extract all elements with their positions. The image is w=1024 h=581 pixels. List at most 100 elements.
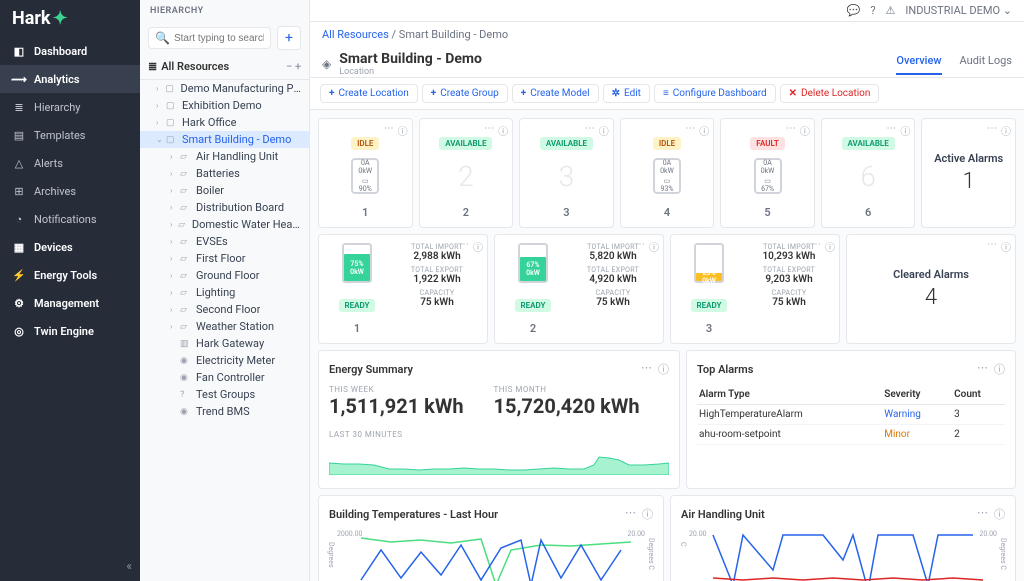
sidebar-item-templates[interactable]: ▤Templates [0, 121, 140, 149]
add-resource-button[interactable]: + [277, 26, 301, 50]
chevron-icon[interactable]: › [170, 203, 180, 212]
panel-info-icon[interactable]: ⓘ [994, 506, 1005, 522]
battery-card[interactable]: ⋯ⓘ 23%0kW READY 3 TOTAL IMPORT10,293 kWh… [670, 234, 840, 344]
panel-menu-icon[interactable]: ⋯ [977, 506, 988, 522]
chevron-icon[interactable]: › [156, 101, 166, 110]
chevron-icon[interactable]: › [170, 305, 180, 314]
card-menu-icon[interactable]: ⋯ [886, 123, 896, 138]
tree-item[interactable]: ?Test Groups [140, 386, 309, 403]
card-menu-icon[interactable]: ⋯ [635, 239, 645, 254]
action-create-model[interactable]: +Create Model [512, 84, 599, 103]
card-menu-icon[interactable]: ⋯ [811, 239, 821, 254]
card-info-icon[interactable]: ⓘ [900, 123, 910, 138]
chevron-icon[interactable]: › [170, 220, 178, 229]
card-info-icon[interactable]: ⓘ [398, 123, 408, 138]
tree-item[interactable]: ›▢Demo Manufacturing Plant [140, 80, 309, 97]
card-info-icon[interactable]: ⓘ [800, 123, 810, 138]
status-card[interactable]: ⋯ⓘAVAILABLE66 [821, 118, 916, 228]
tree-item[interactable]: ›▱Boiler [140, 182, 309, 199]
alarm-row[interactable]: HighTemperatureAlarmWarning3 [697, 405, 1005, 425]
breadcrumb-root[interactable]: All Resources [322, 28, 389, 41]
card-menu-icon[interactable]: ⋯ [987, 123, 997, 138]
all-resources-label[interactable]: All Resources [161, 60, 229, 73]
panel-info-icon[interactable]: ⓘ [642, 506, 653, 522]
search-input[interactable] [174, 33, 264, 44]
status-card[interactable]: ⋯ⓘIDLE0A0kW▭90%1 [318, 118, 413, 228]
chevron-icon[interactable]: › [170, 271, 180, 280]
chevron-icon[interactable]: ⌄ [156, 135, 166, 144]
expand-all-button[interactable]: + [295, 60, 301, 73]
action-configure-dashboard[interactable]: ≡Configure Dashboard [654, 84, 776, 103]
tree-item[interactable]: ◉Electricity Meter [140, 352, 309, 369]
card-info-icon[interactable]: ⓘ [1001, 239, 1011, 254]
sidebar-item-notifications[interactable]: ◔Notifications [0, 205, 140, 233]
chevron-icon[interactable]: › [156, 118, 166, 127]
tree-item[interactable]: ›▱Weather Station [140, 318, 309, 335]
sidebar-item-twin-engine[interactable]: ◎Twin Engine [0, 317, 140, 345]
active-alarms-card[interactable]: ⋯ⓘActive Alarms1 [921, 118, 1016, 228]
tree-item[interactable]: ›▱Distribution Board [140, 199, 309, 216]
card-menu-icon[interactable]: ⋯ [987, 239, 997, 254]
tree-item[interactable]: ›▱Ground Floor [140, 267, 309, 284]
tree-item[interactable]: ›▱Batteries [140, 165, 309, 182]
sidebar-collapse-button[interactable]: « [0, 551, 140, 581]
battery-card[interactable]: ⋯ⓘ 67%0kW READY 2 TOTAL IMPORT5,820 kWh … [494, 234, 664, 344]
chevron-icon[interactable]: › [156, 84, 165, 93]
alert-icon[interactable]: ⚠ [886, 4, 896, 17]
status-card[interactable]: ⋯ⓘAVAILABLE22 [419, 118, 514, 228]
chevron-icon[interactable]: › [170, 254, 180, 263]
sidebar-item-alerts[interactable]: △Alerts [0, 149, 140, 177]
chevron-icon[interactable]: › [170, 169, 180, 178]
account-selector[interactable]: INDUSTRIAL DEMO ⌄ [905, 4, 1012, 17]
alarm-row[interactable]: ahu-room-setpointMinor2 [697, 425, 1005, 445]
card-info-icon[interactable]: ⓘ [473, 239, 483, 254]
chat-icon[interactable]: 💬 [847, 4, 861, 17]
card-info-icon[interactable]: ⓘ [1001, 123, 1011, 138]
chevron-icon[interactable]: › [170, 186, 180, 195]
cleared-alarms-card[interactable]: ⋯ⓘCleared Alarms4 [846, 234, 1016, 344]
action-edit[interactable]: ✲Edit [603, 84, 650, 103]
card-info-icon[interactable]: ⓘ [699, 123, 709, 138]
panel-info-icon[interactable]: ⓘ [994, 361, 1005, 377]
panel-info-icon[interactable]: ⓘ [658, 361, 669, 377]
chevron-icon[interactable]: › [170, 152, 180, 161]
chevron-icon[interactable]: › [170, 288, 180, 297]
tree-item[interactable]: ›▱Lighting [140, 284, 309, 301]
tree-item[interactable]: ◉Fan Controller [140, 369, 309, 386]
chevron-icon[interactable]: › [170, 237, 180, 246]
tree-item[interactable]: ›▱Air Handling Unit [140, 148, 309, 165]
status-card[interactable]: ⋯ⓘFAULT0A0kW▭67%5 [720, 118, 815, 228]
card-menu-icon[interactable]: ⋯ [685, 123, 695, 138]
tree-item[interactable]: ›▱Second Floor [140, 301, 309, 318]
collapse-all-button[interactable]: − [286, 60, 292, 73]
sidebar-item-dashboard[interactable]: ◧Dashboard [0, 37, 140, 65]
card-info-icon[interactable]: ⓘ [825, 239, 835, 254]
card-info-icon[interactable]: ⓘ [599, 123, 609, 138]
chevron-icon[interactable]: › [170, 322, 180, 331]
tree-item[interactable]: ›▱Domestic Water Heating S... [140, 216, 309, 233]
card-menu-icon[interactable]: ⋯ [585, 123, 595, 138]
search-input-wrapper[interactable]: 🔍 [148, 27, 271, 49]
tree-item[interactable]: ◉Trend BMS [140, 403, 309, 420]
sidebar-item-devices[interactable]: ▦Devices [0, 233, 140, 261]
tree-item[interactable]: ›▱First Floor [140, 250, 309, 267]
tree-item[interactable]: ⌄▢Smart Building - Demo [140, 131, 309, 148]
card-info-icon[interactable]: ⓘ [498, 123, 508, 138]
sidebar-item-management[interactable]: ⚙Management [0, 289, 140, 317]
sidebar-item-hierarchy[interactable]: ≣Hierarchy [0, 93, 140, 121]
tree-item[interactable]: ▥Hark Gateway [140, 335, 309, 352]
card-menu-icon[interactable]: ⋯ [484, 123, 494, 138]
sidebar-item-analytics[interactable]: ⟿Analytics [0, 65, 140, 93]
action-create-location[interactable]: +Create Location [320, 84, 418, 103]
sidebar-item-archives[interactable]: ⊞Archives [0, 177, 140, 205]
card-menu-icon[interactable]: ⋯ [384, 123, 394, 138]
action-create-group[interactable]: +Create Group [422, 84, 508, 103]
status-card[interactable]: ⋯ⓘAVAILABLE33 [519, 118, 614, 228]
panel-menu-icon[interactable]: ⋯ [977, 361, 988, 377]
card-info-icon[interactable]: ⓘ [649, 239, 659, 254]
battery-card[interactable]: ⋯ⓘ 75%0kW READY 1 TOTAL IMPORT2,988 kWh … [318, 234, 488, 344]
card-menu-icon[interactable]: ⋯ [786, 123, 796, 138]
help-icon[interactable]: ? [870, 4, 875, 17]
status-card[interactable]: ⋯ⓘIDLE0A0kW▭93%4 [620, 118, 715, 228]
card-menu-icon[interactable]: ⋯ [459, 239, 469, 254]
